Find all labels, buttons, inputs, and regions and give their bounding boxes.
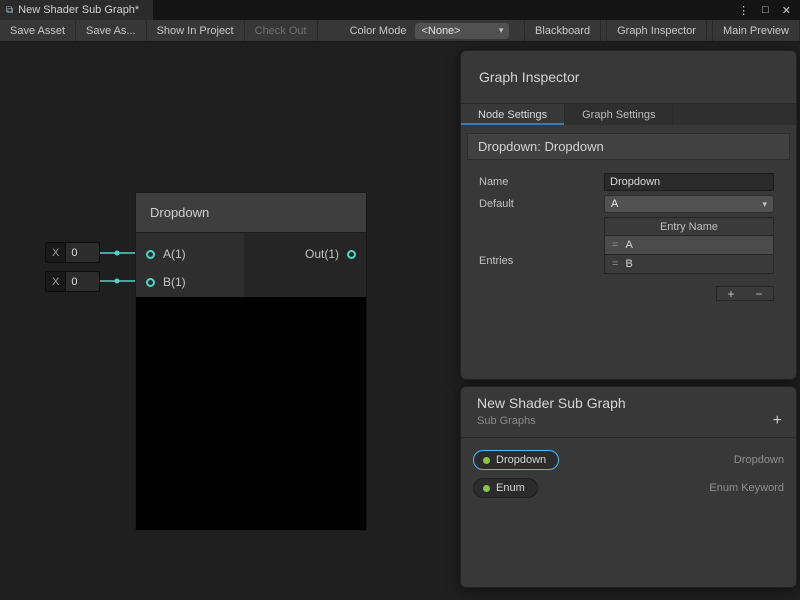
add-property-button[interactable]: + bbox=[773, 413, 782, 429]
blackboard-header: New Shader Sub Graph Sub Graphs + bbox=[461, 387, 796, 438]
blackboard-panel: New Shader Sub Graph Sub Graphs + Dropdo… bbox=[460, 386, 797, 588]
show-in-project-button[interactable]: Show In Project bbox=[147, 20, 245, 41]
default-dropdown[interactable]: A ▾ bbox=[604, 195, 774, 213]
name-input[interactable] bbox=[604, 173, 774, 191]
property-type: Enum Keyword bbox=[709, 482, 784, 494]
input-widget-a: X 0 bbox=[45, 242, 100, 263]
drag-handle-icon[interactable]: = bbox=[612, 258, 618, 270]
drag-handle-icon[interactable]: = bbox=[612, 239, 618, 251]
x-component-label: X bbox=[46, 243, 65, 262]
inspector-tabs: Node Settings Graph Settings bbox=[461, 103, 796, 125]
window-close-icon[interactable]: ✕ bbox=[782, 4, 791, 17]
save-as-button[interactable]: Save As... bbox=[76, 20, 147, 41]
tab-title: New Shader Sub Graph* bbox=[18, 4, 139, 16]
color-mode-label: Color Mode bbox=[350, 25, 407, 37]
window-maximize-icon[interactable]: □ bbox=[762, 4, 769, 16]
name-property-row: Name bbox=[479, 172, 774, 191]
entries-list: Entry Name = A = B + − bbox=[604, 217, 774, 301]
color-mode-value: <None> bbox=[421, 25, 460, 37]
port-label-out: Out(1) bbox=[305, 247, 339, 261]
tab-node-settings[interactable]: Node Settings bbox=[461, 104, 565, 125]
check-out-button: Check Out bbox=[245, 20, 318, 41]
default-dropdown-value: A bbox=[611, 198, 618, 210]
port-label-b: B(1) bbox=[163, 275, 186, 289]
unity-shader-graph-window: ⧉ New Shader Sub Graph* ⋮ □ ✕ Save Asset… bbox=[0, 0, 800, 600]
color-mode-dropdown[interactable]: <None> ▾ bbox=[415, 23, 509, 39]
entry-row-b[interactable]: = B bbox=[604, 255, 774, 274]
graph-inspector-toggle-button[interactable]: Graph Inspector bbox=[606, 20, 707, 41]
inspector-title: Graph Inspector bbox=[479, 69, 579, 85]
remove-entry-button[interactable]: − bbox=[751, 288, 766, 300]
property-name: Enum bbox=[496, 482, 525, 494]
tab-graph-settings[interactable]: Graph Settings bbox=[565, 104, 673, 125]
entries-label: Entries bbox=[479, 217, 604, 301]
window-menu-icon[interactable]: ⋮ bbox=[738, 4, 749, 17]
blackboard-subtitle: Sub Graphs bbox=[477, 415, 780, 427]
toolbar-right-group: Blackboard Graph Inspector Main Preview bbox=[519, 20, 800, 41]
property-pill-enum[interactable]: Enum bbox=[473, 478, 538, 498]
property-pill-dropdown[interactable]: Dropdown bbox=[473, 450, 559, 470]
add-entry-button[interactable]: + bbox=[723, 288, 738, 300]
input-port-a[interactable] bbox=[146, 250, 155, 259]
entry-value: A bbox=[625, 239, 632, 251]
name-label: Name bbox=[479, 176, 604, 188]
entries-column-header: Entry Name bbox=[604, 217, 774, 236]
entries-property-row: Entries Entry Name = A = B + − bbox=[479, 217, 774, 301]
inspector-header: Graph Inspector bbox=[461, 51, 796, 103]
entry-row-a[interactable]: = A bbox=[604, 236, 774, 255]
blackboard-toggle-button[interactable]: Blackboard bbox=[524, 20, 601, 41]
blackboard-item-dropdown: Dropdown Dropdown bbox=[473, 446, 784, 474]
chevron-down-icon: ▾ bbox=[499, 25, 504, 36]
x-component-label: X bbox=[46, 272, 65, 291]
graph-inspector-panel: Graph Inspector Node Settings Graph Sett… bbox=[460, 50, 797, 380]
default-property-row: Default A ▾ bbox=[479, 195, 774, 213]
blackboard-body: Dropdown Dropdown Enum Enum Keyword bbox=[461, 438, 796, 510]
main-preview-toggle-button[interactable]: Main Preview bbox=[712, 20, 800, 41]
node-settings-section-header: Dropdown: Dropdown bbox=[467, 133, 790, 160]
edge-connector-dot-b bbox=[115, 279, 120, 284]
entry-value: B bbox=[625, 258, 632, 270]
slot-out: Out(1) bbox=[244, 240, 366, 268]
toolbar: Save Asset Save As... Show In Project Ch… bbox=[0, 20, 800, 42]
node-title: Dropdown bbox=[150, 205, 209, 220]
property-type: Dropdown bbox=[734, 454, 784, 466]
value-field-a[interactable]: 0 bbox=[65, 243, 99, 262]
slot-b: B(1) bbox=[136, 268, 244, 296]
property-name: Dropdown bbox=[496, 454, 546, 466]
node-body: A(1) B(1) Out(1) bbox=[136, 233, 366, 297]
node-title-bar[interactable]: Dropdown bbox=[136, 193, 366, 233]
document-tab[interactable]: ⧉ New Shader Sub Graph* bbox=[0, 0, 153, 20]
window-controls: ⋮ □ ✕ bbox=[738, 0, 800, 20]
exposed-dot-icon bbox=[483, 485, 490, 492]
exposed-dot-icon bbox=[483, 457, 490, 464]
port-label-a: A(1) bbox=[163, 247, 186, 261]
input-widget-b: X 0 bbox=[45, 271, 100, 292]
input-port-b[interactable] bbox=[146, 278, 155, 287]
node-output-slots: Out(1) bbox=[244, 233, 366, 297]
entries-footer: + − bbox=[604, 274, 774, 301]
chevron-down-icon: ▾ bbox=[762, 199, 767, 210]
titlebar: ⧉ New Shader Sub Graph* ⋮ □ ✕ bbox=[0, 0, 800, 20]
output-port-out[interactable] bbox=[347, 250, 356, 259]
save-asset-button[interactable]: Save Asset bbox=[0, 20, 76, 41]
node-input-slots: A(1) B(1) bbox=[136, 233, 244, 297]
blackboard-title: New Shader Sub Graph bbox=[477, 395, 780, 411]
shader-graph-icon: ⧉ bbox=[6, 5, 13, 16]
blackboard-item-enum: Enum Enum Keyword bbox=[473, 474, 784, 502]
node-preview bbox=[136, 297, 366, 530]
value-field-b[interactable]: 0 bbox=[65, 272, 99, 291]
dropdown-node[interactable]: Dropdown A(1) B(1) Out(1) bbox=[135, 192, 367, 531]
slot-a: A(1) bbox=[136, 240, 244, 268]
default-label: Default bbox=[479, 198, 604, 210]
inspector-body: Dropdown: Dropdown Name Default A ▾ Entr… bbox=[461, 125, 796, 309]
edge-connector-dot-a bbox=[115, 251, 120, 256]
